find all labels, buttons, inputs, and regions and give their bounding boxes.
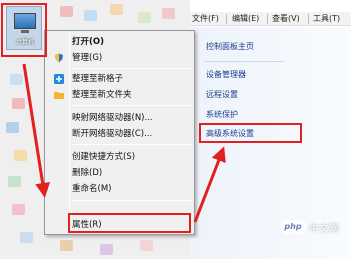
menu-file[interactable]: 文件(F): [192, 13, 219, 25]
blur-tile: [12, 204, 25, 215]
menu-item-label: 整理至新格子: [72, 74, 124, 84]
watermark-text: 中文网: [309, 223, 339, 235]
highlight-box-properties: [68, 213, 191, 233]
blur-tile: [12, 98, 25, 109]
blur-tile: [162, 8, 175, 19]
control-panel-home-link[interactable]: 控制面板主页: [206, 41, 254, 53]
menu-tools[interactable]: 工具(T): [313, 13, 340, 25]
menu-item-open[interactable]: 打开(O): [47, 35, 192, 49]
menu-item-label: 打开(O): [72, 37, 104, 47]
folder-icon: [54, 92, 64, 99]
menu-view[interactable]: 查看(V): [272, 13, 300, 25]
menu-item-rename[interactable]: 重命名(M): [47, 182, 192, 196]
menubar: 文件(F) 编辑(E) 查看(V) 工具(T): [190, 12, 351, 26]
highlight-box-advanced: [199, 123, 302, 143]
blur-tile: [110, 4, 123, 15]
blur-tile: [140, 240, 153, 251]
blur-tile: [60, 6, 73, 17]
menu-item-label: 重命名(M): [72, 184, 112, 194]
php-logo: php: [280, 220, 306, 234]
menu-item-create-shortcut[interactable]: 创建快捷方式(S): [47, 150, 192, 164]
blur-tile: [84, 10, 97, 21]
watermark: php 中文网: [280, 218, 339, 236]
menu-item-label: 创建快捷方式(S): [72, 152, 136, 162]
blur-tile: [138, 12, 151, 23]
menu-item-label: 断开网络驱动器(C)...: [72, 129, 153, 139]
menu-item-label: 删除(D): [72, 168, 103, 178]
blur-tile: [14, 150, 27, 161]
menu-item-organize-folder[interactable]: 整理至新文件夹: [47, 88, 192, 102]
menu-item-label: 整理至新文件夹: [72, 90, 132, 100]
shield-icon: [55, 53, 63, 63]
blur-tile: [100, 244, 113, 255]
highlight-box-computer: [1, 3, 47, 57]
blur-tile: [6, 122, 19, 133]
device-manager-link[interactable]: 设备管理器: [206, 69, 246, 81]
menu-item-map-drive[interactable]: 映射网络驱动器(N)...: [47, 111, 192, 125]
menu-item-organize-box[interactable]: 整理至新格子: [47, 72, 192, 86]
menu-item-manage[interactable]: 管理(G): [47, 51, 192, 65]
menu-item-delete[interactable]: 删除(D): [47, 166, 192, 180]
blur-tile: [20, 232, 33, 243]
context-menu: 打开(O) 管理(G) 整理至新格子 整理至新文件夹 映射网络驱动器(N)...…: [44, 30, 195, 235]
system-protection-link[interactable]: 系统保护: [206, 109, 238, 121]
blur-tile: [8, 176, 21, 187]
blur-tile: [60, 240, 73, 251]
blur-tile: [10, 74, 23, 85]
menu-item-label: 映射网络驱动器(N)...: [72, 113, 153, 123]
menu-item-disconnect-drive[interactable]: 断开网络驱动器(C)...: [47, 127, 192, 141]
remote-settings-link[interactable]: 远程设置: [206, 89, 238, 101]
menu-item-label: 管理(G): [72, 53, 103, 63]
plus-icon: [54, 74, 64, 84]
menu-edit[interactable]: 编辑(E): [232, 13, 259, 25]
